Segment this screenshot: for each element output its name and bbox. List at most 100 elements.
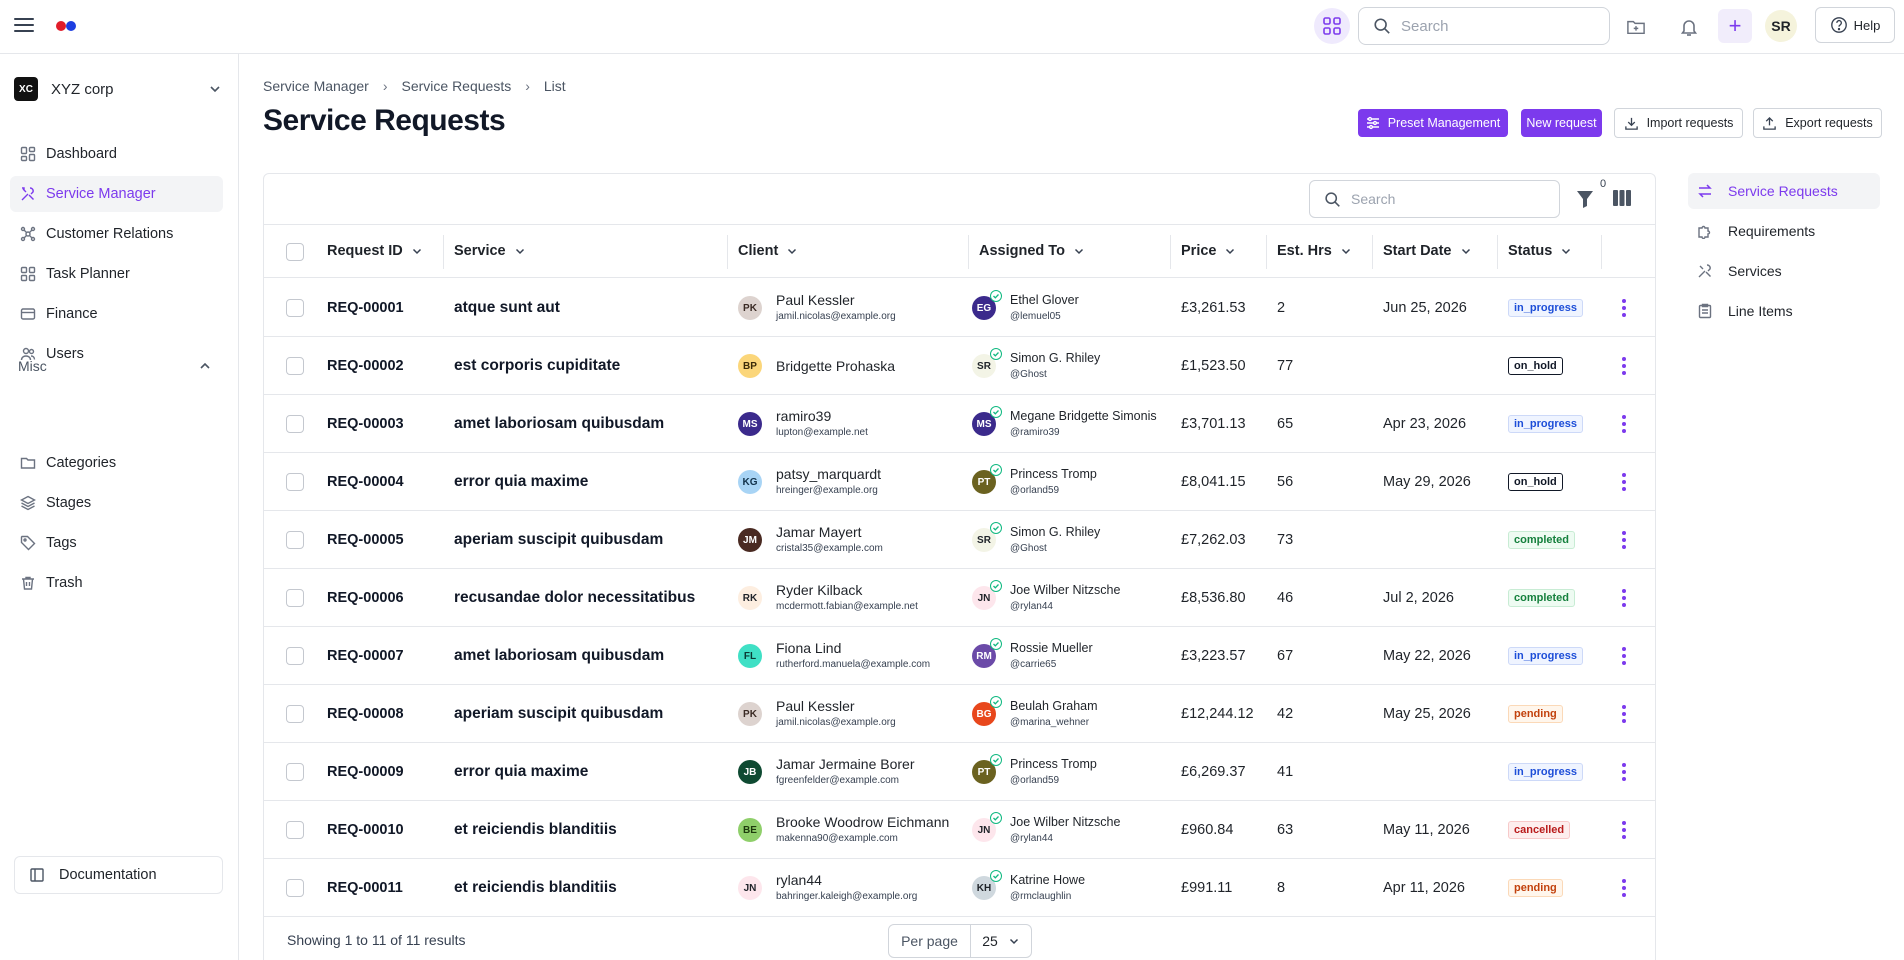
sidebar-item-dashboard[interactable]: Dashboard [10,136,223,172]
table-row[interactable]: REQ-00008 aperiam suscipit quibusdam PK Pau… [264,685,1655,743]
column-header-request-id[interactable]: Request ID [327,225,423,277]
apps-grid-icon[interactable] [1314,8,1350,44]
row-checkbox[interactable] [286,589,304,607]
chevron-up-icon[interactable] [198,359,212,373]
request-id[interactable]: REQ-00001 [327,300,404,316]
request-id[interactable]: REQ-00009 [327,764,404,780]
table-row[interactable]: REQ-00011 et reiciendis blanditiis JN rylan… [264,859,1655,917]
request-id[interactable]: REQ-00007 [327,648,404,664]
row-actions-kebab-icon[interactable] [1614,819,1634,841]
row-checkbox[interactable] [286,357,304,375]
table-search-input[interactable] [1351,191,1541,207]
swap-icon [1696,183,1714,199]
row-checkbox[interactable] [286,531,304,549]
row-checkbox[interactable] [286,705,304,723]
column-header-service[interactable]: Service [454,225,526,277]
sidebar-item-trash[interactable]: Trash [10,565,223,601]
help-button[interactable]: Help [1815,7,1895,43]
row-actions-kebab-icon[interactable] [1614,761,1634,783]
column-header-status[interactable]: Status [1508,225,1572,277]
est-hours: 63 [1277,822,1294,838]
global-search-input[interactable] [1401,17,1591,35]
sidebar-item-tags[interactable]: Tags [10,525,223,561]
row-checkbox[interactable] [286,821,304,839]
column-header-client[interactable]: Client [738,225,798,277]
org-switcher[interactable]: XC XYZ corp [14,74,224,104]
right-nav-line-items[interactable]: Line Items [1688,293,1880,329]
table-row[interactable]: REQ-00004 error quia maxime KG patsy_marqua… [264,453,1655,511]
row-actions-kebab-icon[interactable] [1614,587,1634,609]
assignee-name: Joe Wilber Nitzsche [1010,583,1121,597]
create-plus-button[interactable]: + [1718,9,1752,43]
preset-management-button[interactable]: Preset Management [1358,109,1508,137]
row-actions-kebab-icon[interactable] [1614,703,1634,725]
folder-add-icon[interactable] [1621,12,1651,42]
column-divider [1372,235,1373,269]
row-actions-kebab-icon[interactable] [1614,413,1634,435]
column-header-assigned-to[interactable]: Assigned To [979,225,1085,277]
table-row[interactable]: REQ-00006 recusandae dolor necessitatibus… [264,569,1655,627]
request-id[interactable]: REQ-00005 [327,532,404,548]
row-checkbox[interactable] [286,299,304,317]
check-icon [990,812,1002,824]
user-avatar[interactable]: SR [1765,10,1797,42]
global-search[interactable] [1358,7,1610,45]
column-header-price[interactable]: Price [1181,225,1236,277]
row-actions-kebab-icon[interactable] [1614,355,1634,377]
row-checkbox[interactable] [286,415,304,433]
table-row[interactable]: REQ-00005 aperiam suscipit quibusdam JM Jam… [264,511,1655,569]
request-id[interactable]: REQ-00008 [327,706,404,722]
request-id[interactable]: REQ-00002 [327,358,404,374]
brand-logo[interactable] [56,21,80,31]
filter-icon[interactable] [1576,189,1594,209]
right-nav-service-requests[interactable]: Service Requests [1688,173,1880,209]
import-requests-button[interactable]: Import requests [1614,108,1743,138]
status-badge: in_progress [1508,763,1583,781]
sidebar-item-task-planner[interactable]: Task Planner [10,256,223,292]
row-actions-kebab-icon[interactable] [1614,297,1634,319]
request-id[interactable]: REQ-00006 [327,590,404,606]
new-request-button[interactable]: New request [1521,109,1602,137]
row-actions-kebab-icon[interactable] [1614,529,1634,551]
right-nav-requirements[interactable]: Requirements [1688,213,1880,249]
sidebar-item-categories[interactable]: Categories [10,445,223,481]
row-actions-kebab-icon[interactable] [1614,645,1634,667]
row-actions-kebab-icon[interactable] [1614,877,1634,899]
columns-icon[interactable] [1612,189,1632,207]
per-page-value-text: 25 [982,933,998,949]
table-search[interactable] [1309,180,1560,218]
row-checkbox[interactable] [286,473,304,491]
select-all-checkbox[interactable] [286,243,304,261]
bell-icon[interactable] [1674,12,1704,42]
table-row[interactable]: REQ-00009 error quia maxime JB Jamar Jermai… [264,743,1655,801]
breadcrumb-item-service-requests[interactable]: Service Requests [402,78,512,94]
sidebar-item-service-manager[interactable]: Service Manager [10,176,223,212]
per-page-value[interactable]: 25 [971,925,1031,957]
request-id[interactable]: REQ-00011 [327,880,403,896]
request-id[interactable]: REQ-00003 [327,416,404,432]
request-id[interactable]: REQ-00004 [327,474,404,490]
assignee-handle: @rylan44 [1010,833,1053,844]
column-header-start-date[interactable]: Start Date [1383,225,1472,277]
row-checkbox[interactable] [286,647,304,665]
per-page-select[interactable]: Per page 25 [888,924,1032,958]
table-row[interactable]: REQ-00002 est corporis cupiditate BP Bridge… [264,337,1655,395]
table-row[interactable]: REQ-00003 amet laboriosam quibusdam MS rami… [264,395,1655,453]
export-requests-button[interactable]: Export requests [1753,108,1882,138]
right-nav-services[interactable]: Services [1688,253,1880,289]
row-checkbox[interactable] [286,879,304,897]
hamburger-menu-icon[interactable] [14,18,34,34]
sidebar-item-stages[interactable]: Stages [10,485,223,521]
row-actions-kebab-icon[interactable] [1614,471,1634,493]
request-id[interactable]: REQ-00010 [327,822,404,838]
row-checkbox[interactable] [286,763,304,781]
table-row[interactable]: REQ-00001 atque sunt aut PK Paul Kessler jam… [264,279,1655,337]
breadcrumb-item-service-manager[interactable]: Service Manager [263,78,369,94]
column-header-est-hrs[interactable]: Est. Hrs [1277,225,1352,277]
client-avatar: PK [738,296,762,320]
documentation-button[interactable]: Documentation [14,856,223,894]
sidebar-item-finance[interactable]: Finance [10,296,223,332]
table-row[interactable]: REQ-00007 amet laboriosam quibusdam FL Fion… [264,627,1655,685]
table-row[interactable]: REQ-00010 et reiciendis blanditiis BE Brook… [264,801,1655,859]
sidebar-item-customer-relations[interactable]: Customer Relations [10,216,223,252]
